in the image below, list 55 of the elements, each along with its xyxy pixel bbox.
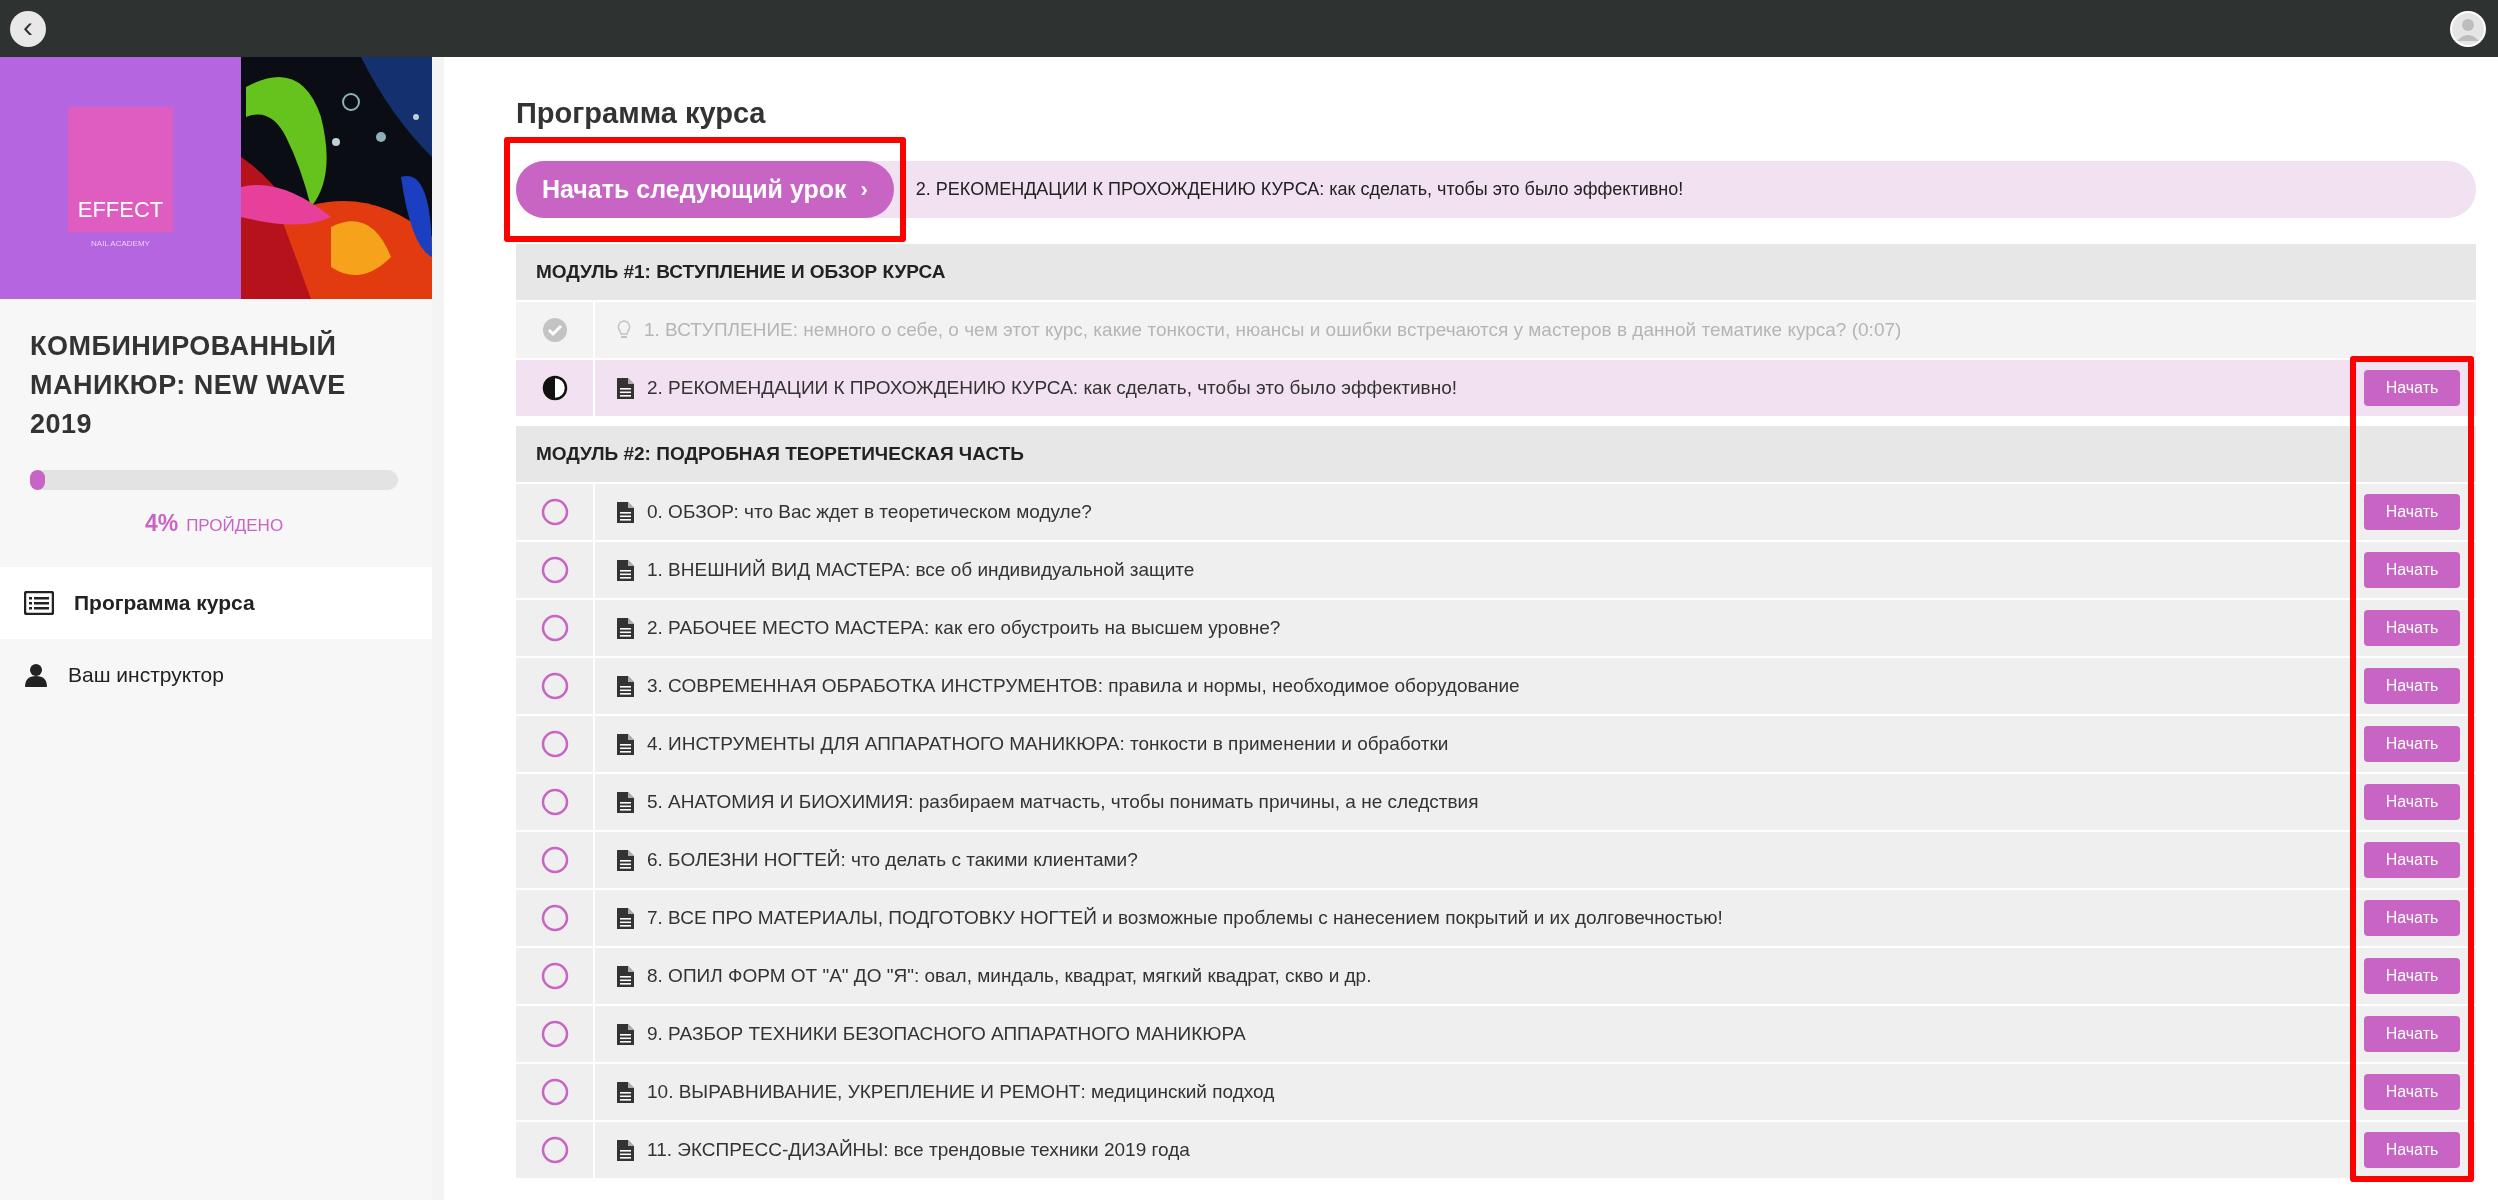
- lesson-title: 4. ИНСТРУМЕНТЫ ДЛЯ АППАРАТНОГО МАНИКЮРА: тонкости в применении и обработки: [647, 731, 1450, 756]
- logo-subtitle: NAIL ACADEMY: [91, 237, 150, 250]
- lesson-title: 5. АНАТОМИЯ И БИОХИМИЯ: разбираем матчасть, чтобы понимать причины, а не следствия: [647, 789, 1480, 814]
- lesson-row[interactable]: 9. РАЗБОР ТЕХНИКИ БЕЗОПАСНОГО АППАРАТНОГО МАНИКЮРА Начать: [516, 1006, 2476, 1062]
- lesson-title: 1. ВСТУПЛЕНИЕ: немного о себе, о чем этот курс, какие тонкости, нюансы и ошибки встречаются у мастеров в данной тематике курса? (0:07): [644, 317, 1903, 342]
- lesson-row[interactable]: 3. СОВРЕМЕННАЯ ОБРАБОТКА ИНСТРУМЕНТОВ: правила и нормы, необходимое оборудование Начать: [516, 658, 2476, 714]
- module-header: МОДУЛЬ #2: ПОДРОБНАЯ ТЕОРЕТИЧЕСКАЯ ЧАСТЬ: [516, 426, 2476, 482]
- logo-text: EFFECT: [77, 195, 164, 224]
- lesson-title: 9. РАЗБОР ТЕХНИКИ БЕЗОПАСНОГО АППАРАТНОГО МАНИКЮРА: [647, 1021, 1247, 1046]
- document-icon: [617, 1023, 634, 1045]
- lesson-row[interactable]: 7. ВСЕ ПРО МАТЕРИАЛЫ, ПОДГОТОВКУ НОГТЕЙ и возможные проблемы с нанесением покрытий и их долговечностью! Начать: [516, 890, 2476, 946]
- person-icon: [24, 662, 48, 687]
- document-icon: [617, 501, 634, 523]
- document-icon: [617, 1139, 634, 1161]
- lesson-row[interactable]: 5. АНАТОМИЯ И БИОХИМИЯ: разбираем матчасть, чтобы понимать причины, а не следствия Начать: [516, 774, 2476, 830]
- lesson-row[interactable]: 2. РАБОЧЕЕ МЕСТО МАСТЕРА: как его обустроить на высшем уровне? Начать: [516, 600, 2476, 656]
- lesson-title: 8. ОПИЛ ФОРМ ОТ "А" ДО "Я": овал, миндаль, квадрат, мягкий квадрат, скво и др.: [647, 963, 1373, 988]
- document-icon: [617, 791, 634, 813]
- lesson-title: 1. ВНЕШНИЙ ВИД МАСТЕРА: все об индивидуальной защите: [647, 557, 1196, 582]
- back-button[interactable]: ‹: [10, 10, 46, 47]
- lesson-title: 11. ЭКСПРЕСС-ДИЗАЙНЫ: все трендовые техники 2019 года: [647, 1137, 1191, 1162]
- avatar-icon[interactable]: [2450, 10, 2486, 47]
- document-icon: [617, 617, 634, 639]
- lesson-row[interactable]: 10. ВЫРАВНИВАНИЕ, УКРЕПЛЕНИЕ И РЕМОНТ: медицинский подход Начать: [516, 1064, 2476, 1120]
- lesson-title: 7. ВСЕ ПРО МАТЕРИАЛЫ, ПОДГОТОВКУ НОГТЕЙ и возможные проблемы с нанесением покрытий и их долговечностью!: [647, 905, 1724, 930]
- lesson-title: 0. ОБЗОР: что Вас ждет в теоретическом модуле?: [647, 499, 1093, 524]
- list-icon: [24, 590, 54, 615]
- lesson-title: 6. БОЛЕЗНИ НОГТЕЙ: что делать с такими клиентами?: [647, 847, 1139, 872]
- document-icon: [617, 675, 634, 697]
- progress-percent: 4%: [144, 509, 179, 538]
- course-title: КОМБИНИРОВАННЫЙ МАНИКЮР: NEW WAVE 2019: [30, 329, 347, 441]
- document-icon: [617, 559, 634, 581]
- lesson-row[interactable]: 2. РЕКОМЕНДАЦИИ К ПРОХОЖДЕНИЮ КУРСА: как сделать, чтобы это было эффективно! Начать: [516, 360, 2476, 416]
- document-icon: [617, 377, 634, 399]
- document-icon: [617, 1081, 634, 1103]
- page-title: Программа курса: [516, 96, 767, 131]
- document-icon: [617, 849, 634, 871]
- sidebar-item[interactable]: Программа курса: [0, 566, 432, 639]
- progress-label: ПРОЙДЕНО: [186, 515, 284, 537]
- lesson-title: 2. РЕКОМЕНДАЦИИ К ПРОХОЖДЕНИЮ КУРСА: как сделать, чтобы это было эффективно!: [647, 375, 1459, 400]
- next-lesson-title: 2. РЕКОМЕНДАЦИИ К ПРОХОЖДЕНИЮ КУРСА: как сделать, чтобы это было эффективно!: [915, 178, 1684, 201]
- document-icon: [617, 733, 634, 755]
- lesson-title: 10. ВЫРАВНИВАНИЕ, УКРЕПЛЕНИЕ И РЕМОНТ: медицинский подход: [647, 1079, 1276, 1104]
- lesson-row[interactable]: 4. ИНСТРУМЕНТЫ ДЛЯ АППАРАТНОГО МАНИКЮРА: тонкости в применении и обработки Начать: [516, 716, 2476, 772]
- lesson-title: 2. РАБОЧЕЕ МЕСТО МАСТЕРА: как его обустроить на высшем уровне?: [647, 615, 1282, 640]
- lesson-row[interactable]: 11. ЭКСПРЕСС-ДИЗАЙНЫ: все трендовые техники 2019 года Начать: [516, 1122, 2476, 1178]
- lightbulb-icon: [617, 320, 631, 340]
- lesson-title: 3. СОВРЕМЕННАЯ ОБРАБОТКА ИНСТРУМЕНТОВ: правила и нормы, необходимое оборудование: [647, 673, 1521, 698]
- lesson-row[interactable]: 1. ВНЕШНИЙ ВИД МАСТЕРА: все об индивидуальной защите Начать: [516, 542, 2476, 598]
- lesson-row[interactable]: 0. ОБЗОР: что Вас ждет в теоретическом модуле? Начать: [516, 484, 2476, 540]
- lesson-row[interactable]: 6. БОЛЕЗНИ НОГТЕЙ: что делать с такими клиентами? Начать: [516, 832, 2476, 888]
- lesson-row[interactable]: 8. ОПИЛ ФОРМ ОТ "А" ДО "Я": овал, миндаль, квадрат, мягкий квадрат, скво и др. Начать: [516, 948, 2476, 1004]
- document-icon: [617, 907, 634, 929]
- document-icon: [617, 965, 634, 987]
- module-header: МОДУЛЬ #1: ВСТУПЛЕНИЕ И ОБЗОР КУРСА: [516, 244, 2476, 300]
